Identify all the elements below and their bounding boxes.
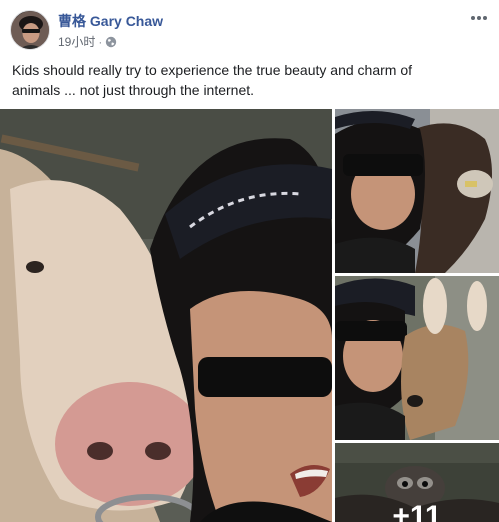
post-meta: 19小时 · (58, 33, 117, 50)
post-text: Kids should really try to experience the… (12, 62, 412, 98)
post-header: 曹格 Gary Chaw 19小时 · (0, 0, 499, 56)
more-photos-overlay[interactable]: +11 (335, 443, 499, 522)
more-options-button[interactable] (469, 8, 489, 28)
photo-main[interactable] (0, 109, 332, 522)
avatar[interactable] (10, 10, 50, 50)
photo-thumbnail-3[interactable] (335, 276, 499, 440)
more-photos-count: +11 (392, 500, 442, 522)
photo-thumbnail-4[interactable]: +11 (335, 443, 499, 522)
photo-gallery: +11 (0, 109, 499, 522)
author-name[interactable]: 曹格 Gary Chaw (58, 11, 163, 31)
more-horizontal-icon (471, 16, 487, 20)
timestamp[interactable]: 19小时 (58, 33, 95, 50)
separator-dot: · (98, 34, 103, 49)
globe-icon[interactable] (105, 36, 117, 48)
photo-thumbnail-2[interactable] (335, 109, 499, 273)
